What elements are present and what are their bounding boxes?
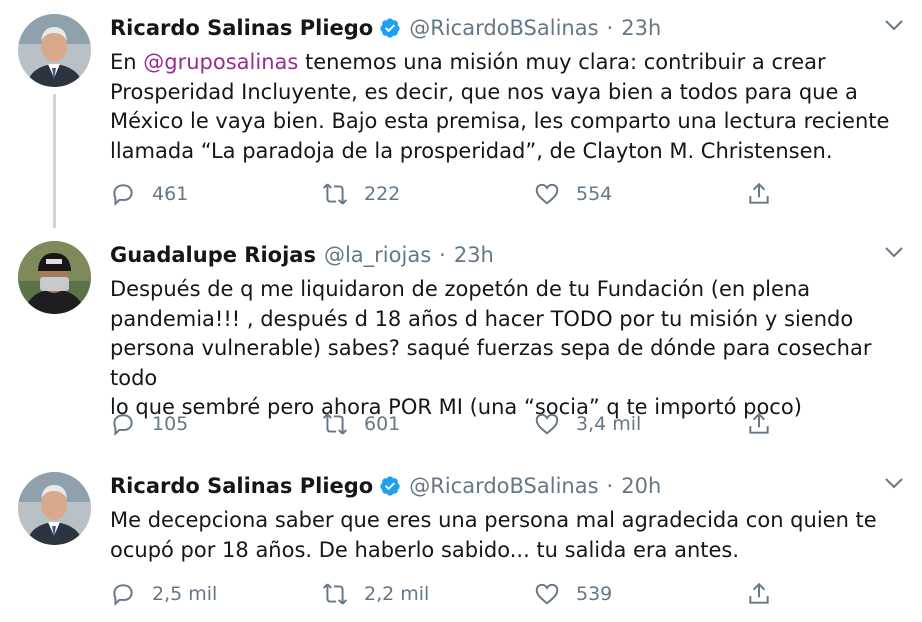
avatar-guadalupe[interactable]: [18, 241, 91, 314]
like-count: 554: [576, 183, 613, 205]
like-icon: [535, 413, 559, 435]
tweet-2[interactable]: Guadalupe Riojas @la_riojas · 23h Despué…: [0, 241, 922, 451]
share-button[interactable]: [746, 577, 772, 611]
retweet-icon: [322, 583, 348, 605]
verified-badge-icon: [380, 18, 400, 38]
thread-line: [53, 94, 56, 228]
timestamp[interactable]: 23h: [454, 243, 494, 267]
avatar-ricardo[interactable]: [18, 472, 91, 545]
reply-icon: [113, 584, 133, 607]
tweet-actions: 105 601 3,4 mil: [110, 407, 890, 441]
retweet-count: 222: [364, 183, 401, 205]
reply-icon: [113, 414, 133, 437]
share-icon: [749, 412, 769, 434]
like-button[interactable]: 539: [534, 577, 612, 611]
tweet-header: Ricardo Salinas Pliego @RicardoBSalinas …: [110, 14, 661, 42]
like-count: 539: [576, 583, 613, 605]
tweet-header: Ricardo Salinas Pliego @RicardoBSalinas …: [110, 472, 661, 500]
retweet-button[interactable]: 2,2 mil: [322, 577, 429, 611]
like-icon: [535, 583, 559, 605]
retweet-icon: [322, 413, 348, 435]
caret-down-icon[interactable]: [884, 18, 904, 32]
tweet-header: Guadalupe Riojas @la_riojas · 23h: [110, 241, 494, 269]
verified-badge-icon: [380, 476, 400, 496]
tweet-text: En @gruposalinas tenemos una misión muy …: [110, 48, 910, 166]
reply-icon: [113, 184, 133, 207]
reply-button[interactable]: 2,5 mil: [110, 577, 217, 611]
author-name[interactable]: Guadalupe Riojas: [110, 243, 316, 267]
like-button[interactable]: 554: [534, 177, 612, 211]
retweet-count: 601: [364, 413, 401, 435]
tweet-text: Después de q me liquidaron de zopetón de…: [110, 277, 872, 419]
like-button[interactable]: 3,4 mil: [534, 407, 641, 441]
author-name[interactable]: Ricardo Salinas Pliego: [110, 16, 373, 40]
tweet-text: Me decepciona saber que eres una persona…: [110, 508, 877, 562]
reply-button[interactable]: 461: [110, 177, 188, 211]
like-count: 3,4 mil: [576, 413, 642, 435]
share-button[interactable]: [746, 177, 772, 211]
reply-button[interactable]: 105: [110, 407, 188, 441]
author-handle[interactable]: @la_riojas: [324, 243, 431, 267]
retweet-count: 2,2 mil: [364, 583, 430, 605]
timestamp[interactable]: 23h: [621, 16, 661, 40]
avatar-ricardo[interactable]: [18, 14, 91, 87]
reply-count: 2,5 mil: [152, 583, 218, 605]
text-prefix: En: [110, 50, 144, 74]
reply-count: 461: [152, 183, 189, 205]
retweet-icon: [322, 183, 348, 205]
retweet-button[interactable]: 222: [322, 177, 400, 211]
timestamp[interactable]: 20h: [621, 474, 661, 498]
author-handle[interactable]: @RicardoBSalinas: [409, 16, 598, 40]
author-name[interactable]: Ricardo Salinas Pliego: [110, 474, 373, 498]
share-icon: [749, 182, 769, 204]
reply-count: 105: [152, 413, 189, 435]
tweet-1[interactable]: Ricardo Salinas Pliego @RicardoBSalinas …: [0, 14, 922, 228]
author-handle[interactable]: @RicardoBSalinas: [409, 474, 598, 498]
mention-link[interactable]: @gruposalinas: [143, 50, 298, 74]
caret-down-icon[interactable]: [884, 245, 904, 259]
share-icon: [749, 582, 769, 604]
retweet-button[interactable]: 601: [322, 407, 400, 441]
caret-down-icon[interactable]: [884, 476, 904, 490]
separator: ·: [439, 243, 446, 267]
separator: ·: [606, 16, 614, 40]
separator: ·: [606, 474, 614, 498]
tweet-actions: 2,5 mil 2,2 mil 539: [110, 577, 890, 611]
tweet-actions: 461 222 554: [110, 177, 890, 211]
like-icon: [535, 183, 559, 205]
share-button[interactable]: [746, 407, 772, 441]
tweet-3[interactable]: Ricardo Salinas Pliego @RicardoBSalinas …: [0, 472, 922, 622]
